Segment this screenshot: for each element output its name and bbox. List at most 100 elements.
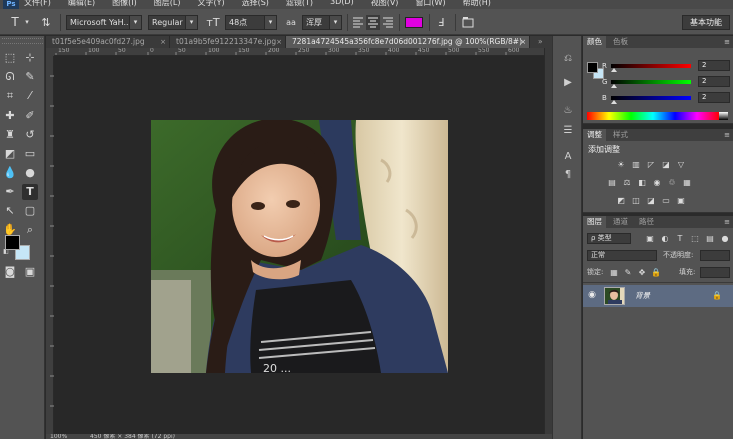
tool-presets-icon[interactable]: ♨: [561, 104, 575, 118]
document-tab-1[interactable]: t01f5e5e409ac0fd27.jpg ×: [46, 36, 170, 48]
layer-name[interactable]: 背景: [635, 285, 650, 307]
foreground-color-swatch[interactable]: [587, 62, 598, 73]
rectangle-tool-icon[interactable]: ▢: [22, 203, 38, 219]
filter-type-icon[interactable]: T: [675, 234, 685, 244]
green-slider[interactable]: G 2: [602, 76, 730, 88]
invert-icon[interactable]: ◩: [616, 196, 626, 206]
vibrance-icon[interactable]: ▽: [676, 160, 686, 170]
history-panel-icon[interactable]: ⎌: [561, 52, 575, 66]
menu-edit[interactable]: 编辑(E): [68, 0, 95, 8]
crop-tool-icon[interactable]: ⌗: [2, 88, 18, 104]
blur-tool-icon[interactable]: 💧: [2, 165, 18, 181]
color-spectrum-bar[interactable]: [587, 112, 719, 120]
curves-icon[interactable]: ◸: [646, 160, 656, 170]
red-gradient[interactable]: [611, 64, 691, 68]
channel-mixer-icon[interactable]: ♲: [667, 178, 677, 188]
panel-grip[interactable]: [2, 38, 43, 44]
green-thumb[interactable]: [611, 84, 617, 88]
filter-smart-object-icon[interactable]: ▤: [705, 234, 715, 244]
vertical-ruler[interactable]: [46, 56, 54, 434]
tab-layers[interactable]: 图层: [583, 216, 606, 228]
lasso-tool-icon[interactable]: ᘏ: [2, 69, 18, 85]
green-gradient[interactable]: [611, 80, 691, 84]
ruler-origin[interactable]: [46, 48, 54, 56]
panel-menu-icon[interactable]: ≡: [724, 36, 730, 48]
anti-alias-select[interactable]: 浑厚 ▾: [302, 15, 342, 30]
tab-paths[interactable]: 路径: [635, 216, 658, 228]
menu-layer[interactable]: 图层(L): [154, 0, 181, 8]
red-slider[interactable]: R 2: [602, 60, 730, 72]
close-icon[interactable]: ×: [160, 36, 166, 48]
gradient-tool-icon[interactable]: ▭: [22, 146, 38, 162]
align-left-icon[interactable]: [352, 15, 364, 30]
visibility-eye-icon[interactable]: ◉: [587, 290, 597, 300]
menu-image[interactable]: 图像(I): [112, 0, 137, 8]
panel-menu-icon[interactable]: ≡: [724, 216, 730, 228]
fill-input[interactable]: [700, 267, 730, 278]
spot-healing-tool-icon[interactable]: ✚: [2, 108, 18, 124]
dodge-tool-icon[interactable]: ●: [22, 165, 38, 181]
character-panel-icon[interactable]: A: [561, 150, 575, 164]
type-tool-icon[interactable]: T: [22, 184, 38, 200]
eyedropper-tool-icon[interactable]: ⁄: [22, 88, 38, 104]
more-tabs-icon[interactable]: »: [532, 36, 552, 48]
filter-pixel-icon[interactable]: ▣: [645, 234, 655, 244]
actions-panel-icon[interactable]: ▶: [561, 76, 575, 90]
tab-swatches[interactable]: 色板: [609, 36, 632, 48]
gradient-map-icon[interactable]: ▭: [661, 196, 671, 206]
lock-position-icon[interactable]: ✥: [637, 268, 647, 278]
brush-settings-icon[interactable]: ☰: [561, 124, 575, 138]
clone-stamp-tool-icon[interactable]: ♜: [2, 127, 18, 143]
blue-thumb[interactable]: [611, 100, 617, 104]
menu-3d[interactable]: 3D(D): [330, 0, 354, 8]
tab-styles[interactable]: 样式: [609, 129, 632, 141]
character-panel-icon[interactable]: [461, 15, 475, 30]
black-white-icon[interactable]: ◧: [637, 178, 647, 188]
red-value[interactable]: 2: [698, 60, 730, 71]
filter-toggle-icon[interactable]: ●: [720, 234, 730, 244]
black-white-ramp[interactable]: [719, 112, 728, 120]
menu-filter[interactable]: 滤镜(T): [286, 0, 313, 8]
blue-gradient[interactable]: [611, 96, 691, 100]
zoom-level[interactable]: 100%: [50, 434, 67, 439]
layer-row-background[interactable]: ◉ 背景 🔒: [583, 285, 733, 307]
marquee-tool-icon[interactable]: ⬚: [2, 50, 18, 66]
blue-value[interactable]: 2: [698, 92, 730, 103]
eraser-tool-icon[interactable]: ◩: [2, 146, 18, 162]
align-right-icon[interactable]: [382, 15, 394, 30]
hue-saturation-icon[interactable]: ▤: [607, 178, 617, 188]
posterize-icon[interactable]: ◫: [631, 196, 641, 206]
lock-transparency-icon[interactable]: ▦: [609, 268, 619, 278]
text-color-swatch[interactable]: [405, 17, 423, 28]
threshold-icon[interactable]: ◪: [646, 196, 656, 206]
exposure-icon[interactable]: ◪: [661, 160, 671, 170]
foreground-color-swatch[interactable]: [5, 235, 20, 250]
blend-mode-select[interactable]: 正常: [587, 250, 657, 261]
text-orientation-icon[interactable]: ⇅: [38, 15, 54, 30]
pen-tool-icon[interactable]: ✒: [2, 184, 18, 200]
green-value[interactable]: 2: [698, 76, 730, 87]
levels-icon[interactable]: ▥: [631, 160, 641, 170]
lock-pixels-icon[interactable]: ✎: [623, 268, 633, 278]
panel-menu-icon[interactable]: ≡: [724, 129, 730, 141]
zoom-tool-icon[interactable]: ⌕: [22, 222, 38, 238]
brightness-contrast-icon[interactable]: ☀: [616, 160, 626, 170]
history-brush-tool-icon[interactable]: ↺: [22, 127, 38, 143]
tab-adjustments[interactable]: 调整: [583, 129, 606, 141]
quick-mask-icon[interactable]: ◙: [2, 264, 18, 280]
vertical-scrollbar[interactable]: [544, 48, 552, 434]
menu-type[interactable]: 文字(Y): [197, 0, 224, 8]
opacity-input[interactable]: [700, 250, 730, 261]
paragraph-panel-icon[interactable]: ¶: [561, 168, 575, 182]
tab-color[interactable]: 颜色: [583, 36, 606, 48]
selective-color-icon[interactable]: ▣: [676, 196, 686, 206]
color-balance-icon[interactable]: ⚖: [622, 178, 632, 188]
red-thumb[interactable]: [611, 68, 617, 72]
menu-window[interactable]: 窗口(W): [415, 0, 445, 8]
move-tool-icon[interactable]: ⊹: [22, 50, 38, 66]
path-select-tool-icon[interactable]: ↖: [2, 203, 18, 219]
color-lookup-icon[interactable]: ▦: [682, 178, 692, 188]
screen-mode-icon[interactable]: ▣: [22, 264, 38, 280]
horizontal-ruler[interactable]: 150 100 50 0 50 100 150 200 250 300 350 …: [54, 48, 544, 56]
font-style-select[interactable]: Regular ▾: [148, 15, 198, 30]
